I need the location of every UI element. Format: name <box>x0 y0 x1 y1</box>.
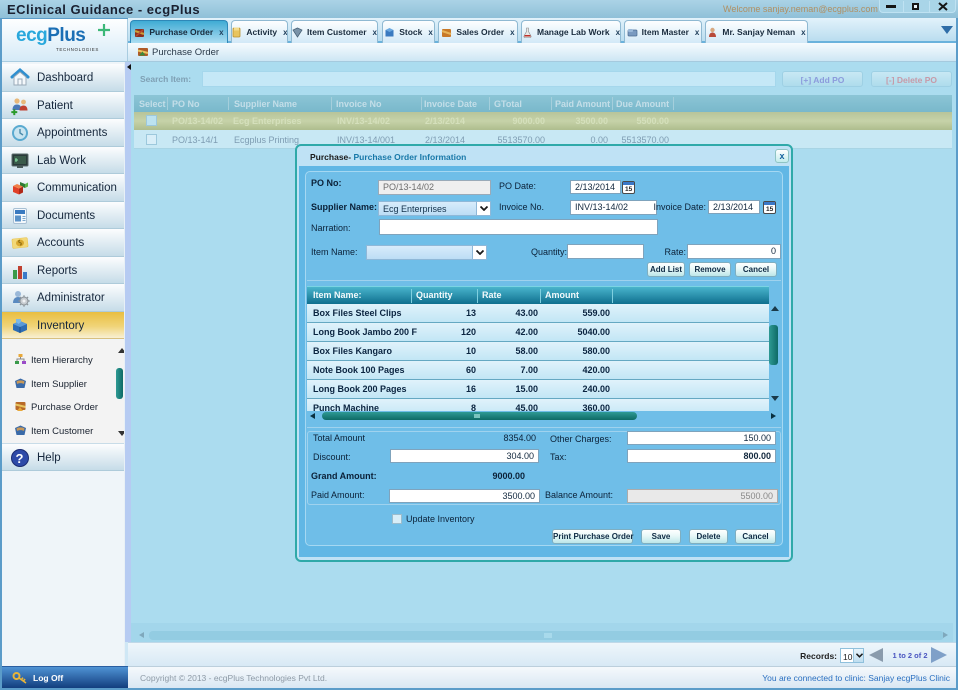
svg-text:?: ? <box>16 451 24 466</box>
